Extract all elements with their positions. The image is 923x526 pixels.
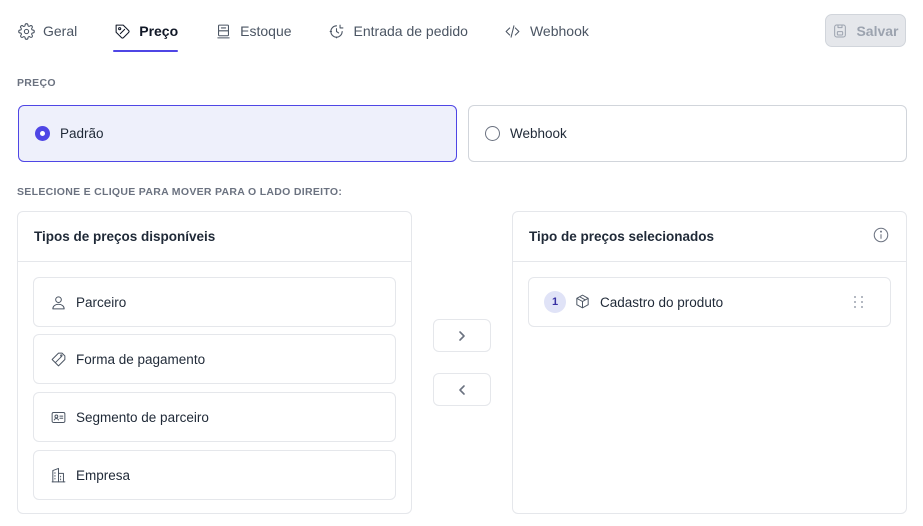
drag-handle-icon[interactable] (854, 296, 864, 310)
available-panel-header: Tipos de preços disponíveis (18, 212, 411, 262)
tab-preco[interactable]: Preço (113, 14, 179, 52)
tab-bar: Geral Preço Estoque Entrada de pedido We… (17, 14, 625, 54)
move-right-button[interactable] (433, 319, 491, 352)
tab-label: Webhook (529, 23, 589, 39)
available-panel-title: Tipos de preços disponíveis (34, 229, 216, 244)
save-button-label: Salvar (856, 22, 899, 39)
item-label: Parceiro (76, 294, 127, 310)
available-item-segmento-de-parceiro[interactable]: Segmento de parceiro (33, 392, 396, 442)
ticket-icon (49, 350, 67, 368)
tab-label: Geral (43, 23, 78, 39)
tab-label: Entrada de pedido (353, 23, 468, 39)
tab-estoque[interactable]: Estoque (214, 14, 292, 48)
radio-unchecked-icon[interactable] (485, 126, 500, 141)
cube-icon (574, 293, 592, 311)
tab-geral[interactable]: Geral (17, 14, 77, 48)
selected-panel-header: Tipo de preços selecionados (513, 212, 906, 262)
chevron-right-icon (459, 330, 465, 341)
radio-checked-icon[interactable] (35, 126, 50, 141)
order-entry-icon (328, 22, 346, 40)
move-section-label: SELECIONE E CLIQUE PARA MOVER PARA O LAD… (17, 186, 343, 198)
selected-item-cadastro-do-produto[interactable]: 1 Cadastro do produto (528, 277, 891, 327)
available-item-empresa[interactable]: Empresa (33, 450, 396, 500)
item-label: Forma de pagamento (76, 351, 206, 367)
save-button[interactable]: Salvar (825, 14, 906, 47)
order-badge: 1 (544, 291, 566, 313)
building-icon (49, 466, 67, 484)
id-card-icon (49, 408, 67, 426)
tag-icon (113, 22, 131, 40)
gear-icon (17, 22, 35, 40)
move-left-button[interactable] (433, 373, 491, 406)
user-icon (49, 293, 67, 311)
item-label: Empresa (76, 467, 131, 483)
item-label: Cadastro do produto (600, 294, 724, 310)
tab-webhook[interactable]: Webhook (504, 14, 589, 48)
chevron-left-icon (459, 384, 465, 395)
save-icon (832, 23, 848, 39)
item-label: Segmento de parceiro (76, 409, 209, 425)
tab-label: Estoque (240, 23, 292, 39)
code-icon (504, 22, 522, 40)
tab-entrada-de-pedido[interactable]: Entrada de pedido (328, 14, 468, 48)
price-option-webhook[interactable]: Webhook (468, 105, 907, 162)
available-price-types-panel: Tipos de preços disponíveis Parceiro For… (17, 211, 412, 514)
available-item-forma-de-pagamento[interactable]: Forma de pagamento (33, 334, 396, 384)
price-option-label: Webhook (510, 126, 567, 141)
info-icon[interactable] (872, 226, 890, 247)
tab-label: Preço (139, 23, 179, 39)
available-item-parceiro[interactable]: Parceiro (33, 277, 396, 327)
selected-price-types-panel: Tipo de preços selecionados 1 Cadastro d… (512, 211, 907, 514)
price-option-label: Padrão (60, 126, 104, 141)
box-stack-icon (214, 22, 232, 40)
selected-panel-title: Tipo de preços selecionados (529, 229, 715, 244)
price-option-padrao[interactable]: Padrão (18, 105, 457, 162)
price-section-label: PREÇO (17, 77, 56, 89)
